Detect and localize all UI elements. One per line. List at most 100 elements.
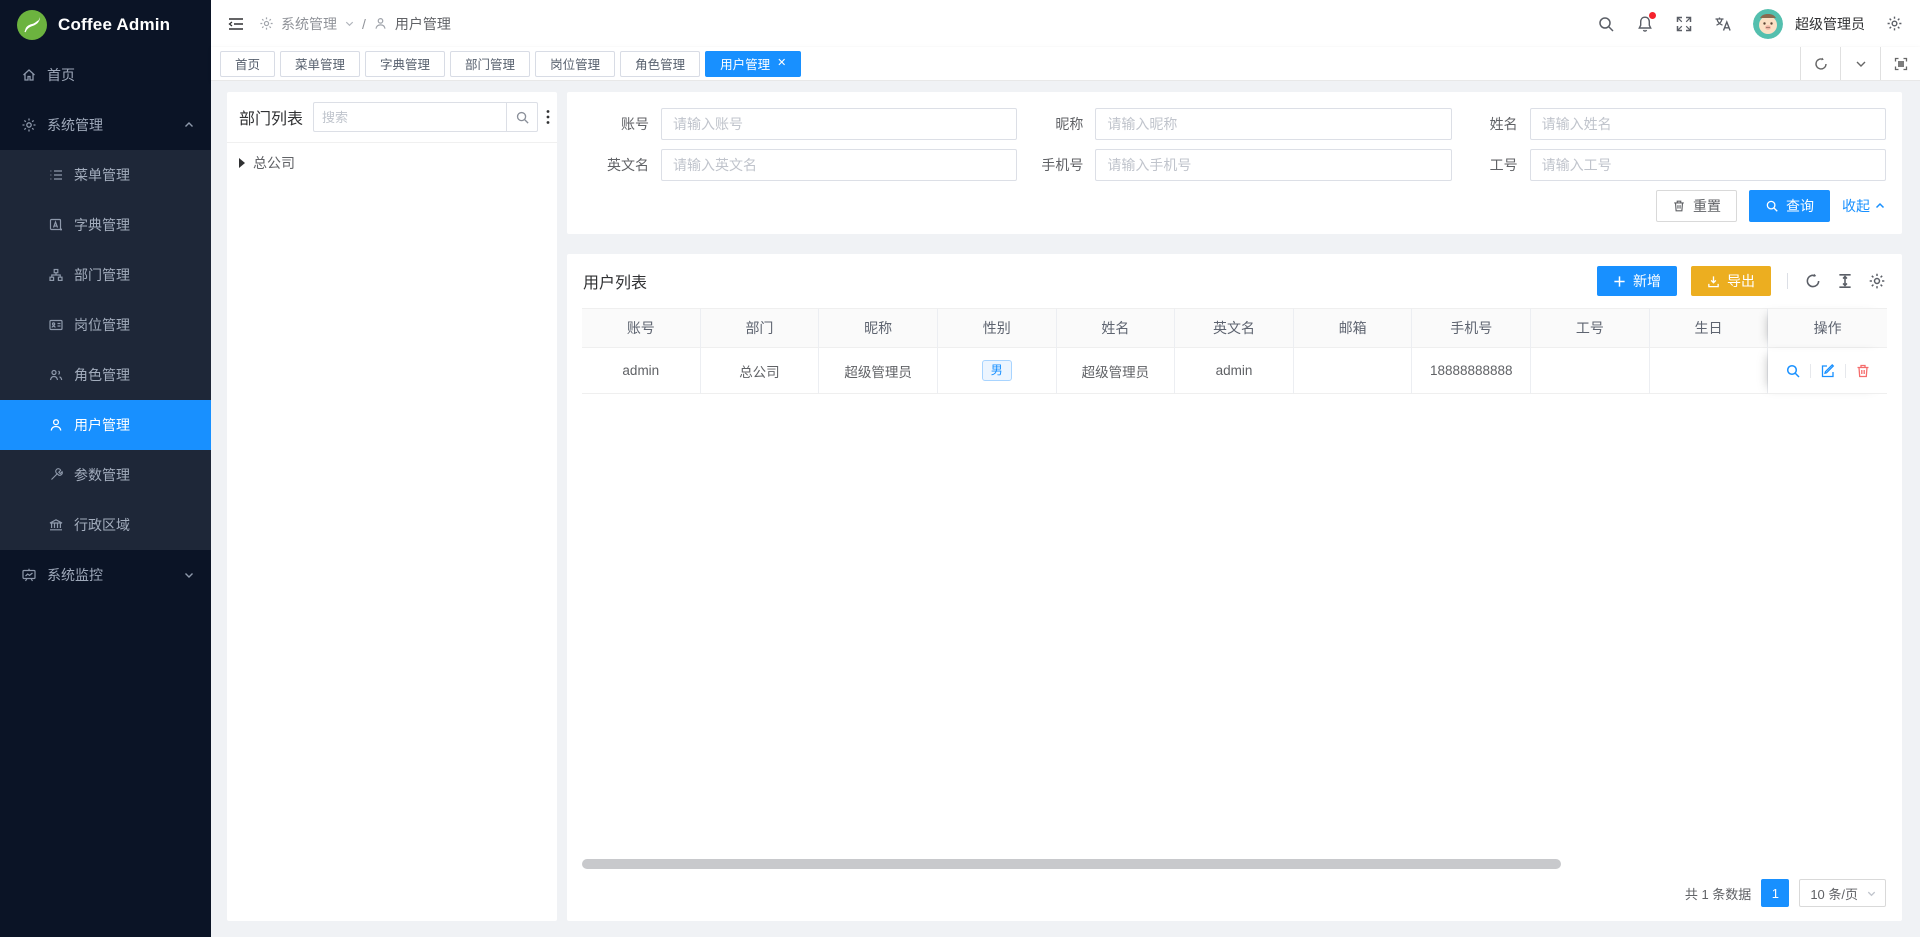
breadcrumb-separator: / <box>362 16 366 32</box>
search-icon <box>1765 199 1779 213</box>
monitor-chart-icon <box>21 567 37 583</box>
maximize-icon[interactable] <box>1880 47 1920 80</box>
action-divider <box>1810 364 1811 378</box>
caret-right-icon[interactable] <box>239 158 245 168</box>
tree-node-root[interactable]: 总公司 <box>239 153 545 173</box>
sidebar-item-post-management[interactable]: 岗位管理 <box>0 300 211 350</box>
sidebar-item-label: 首页 <box>47 65 75 85</box>
tab-dept-management[interactable]: 部门管理 <box>450 51 530 77</box>
cell-birthday <box>1650 348 1769 394</box>
add-button[interactable]: 新增 <box>1597 266 1677 296</box>
cell-job-no <box>1531 348 1650 394</box>
column-header-en-name: 英文名 <box>1175 308 1294 348</box>
fullscreen-icon[interactable] <box>1675 15 1693 33</box>
tab-role-management[interactable]: 角色管理 <box>620 51 700 77</box>
sidebar-item-home[interactable]: 首页 <box>0 50 211 100</box>
sidebar-item-admin-region[interactable]: 行政区域 <box>0 500 211 550</box>
notification-bell-icon[interactable] <box>1636 15 1654 33</box>
search-icon[interactable] <box>1597 15 1615 33</box>
filter-field-en-name: 英文名 <box>583 149 1017 181</box>
delete-trash-icon[interactable] <box>1855 363 1871 379</box>
filter-field-phone: 手机号 <box>1017 149 1451 181</box>
tab-close-icon[interactable]: ✕ <box>777 58 786 69</box>
tab-home[interactable]: 首页 <box>220 51 275 77</box>
column-header-nickname: 昵称 <box>819 308 938 348</box>
translate-icon[interactable] <box>1714 15 1732 33</box>
department-panel-header: 部门列表 <box>227 92 557 143</box>
row-height-icon[interactable] <box>1836 272 1854 290</box>
app-logo-row[interactable]: Coffee Admin <box>0 0 211 50</box>
edit-icon[interactable] <box>1820 363 1836 379</box>
scrollbar-thumb[interactable] <box>582 859 1561 869</box>
column-settings-gear-icon[interactable] <box>1868 272 1886 290</box>
gear-icon <box>21 117 37 133</box>
sidebar-item-label: 部门管理 <box>74 265 130 285</box>
page-button-1[interactable]: 1 <box>1761 879 1789 907</box>
tab-dict-management[interactable]: 字典管理 <box>365 51 445 77</box>
user-avatar[interactable] <box>1753 9 1783 39</box>
trash-icon <box>1672 199 1686 213</box>
chevron-down-icon[interactable] <box>1840 47 1880 80</box>
refresh-icon[interactable] <box>1804 272 1822 290</box>
action-divider <box>1845 364 1846 378</box>
sidebar-collapse-icon[interactable] <box>227 15 245 33</box>
department-search-input[interactable] <box>313 102 506 132</box>
user-name[interactable]: 超级管理员 <box>1795 14 1865 34</box>
filter-field-name: 姓名 <box>1452 108 1886 140</box>
refresh-icon[interactable] <box>1800 47 1840 80</box>
field-label: 姓名 <box>1452 114 1530 134</box>
org-chart-icon <box>48 267 64 283</box>
sidebar-item-role-management[interactable]: 角色管理 <box>0 350 211 400</box>
sidebar-item-label: 参数管理 <box>74 465 130 485</box>
field-label: 英文名 <box>583 155 661 175</box>
chevron-up-icon <box>183 119 195 131</box>
filter-field-job-no: 工号 <box>1452 149 1886 181</box>
tab-post-management[interactable]: 岗位管理 <box>535 51 615 77</box>
more-options-icon[interactable] <box>546 102 550 132</box>
account-input[interactable] <box>661 108 1017 140</box>
sidebar-item-system-monitor[interactable]: 系统监控 <box>0 550 211 600</box>
field-label: 账号 <box>583 114 661 134</box>
sidebar-item-param-management[interactable]: 参数管理 <box>0 450 211 500</box>
sidebar-item-system-management[interactable]: 系统管理 <box>0 100 211 150</box>
department-search <box>313 102 538 132</box>
table-empty-area <box>567 394 1902 859</box>
tab-menu-management[interactable]: 菜单管理 <box>280 51 360 77</box>
sidebar-item-dept-management[interactable]: 部门管理 <box>0 250 211 300</box>
sidebar-item-dict-management[interactable]: 字典管理 <box>0 200 211 250</box>
department-search-button[interactable] <box>506 102 538 132</box>
reset-button[interactable]: 重置 <box>1656 190 1737 222</box>
gender-tag: 男 <box>982 360 1012 382</box>
pagination: 共 1 条数据 1 10 条/页 <box>567 873 1902 921</box>
filter-row-1: 账号 昵称 姓名 <box>583 108 1886 140</box>
en-name-input[interactable] <box>661 149 1017 181</box>
tree-node-label: 总公司 <box>253 153 295 173</box>
department-panel-title: 部门列表 <box>239 105 303 129</box>
sidebar-item-menu-management[interactable]: 菜单管理 <box>0 150 211 200</box>
chevron-up-icon <box>1874 200 1886 212</box>
breadcrumb-group[interactable]: 系统管理 <box>281 14 337 34</box>
phone-input[interactable] <box>1095 149 1451 181</box>
query-button[interactable]: 查询 <box>1749 190 1830 222</box>
main-column: 系统管理 / 用户管理 超级管理员 首页 菜单管理 字典管理 <box>211 0 1920 937</box>
breadcrumb-current: 用户管理 <box>395 14 451 34</box>
column-header-actions: 操作 <box>1768 308 1887 348</box>
export-button[interactable]: 导出 <box>1691 266 1771 296</box>
view-search-icon[interactable] <box>1785 363 1801 379</box>
cell-phone: 18888888888 <box>1412 348 1531 394</box>
page-size-select[interactable]: 10 条/页 <box>1799 879 1886 907</box>
right-stack: 账号 昵称 姓名 英文名 <box>567 92 1902 921</box>
breadcrumb: 系统管理 / 用户管理 <box>259 14 451 34</box>
settings-gear-icon[interactable] <box>1886 15 1904 33</box>
users-icon <box>48 367 64 383</box>
filter-panel: 账号 昵称 姓名 英文名 <box>567 92 1902 234</box>
sidebar-item-user-management[interactable]: 用户管理 <box>0 400 211 450</box>
column-header-name: 姓名 <box>1057 308 1176 348</box>
tab-user-management[interactable]: 用户管理 ✕ <box>705 51 801 77</box>
job-no-input[interactable] <box>1530 149 1886 181</box>
nickname-input[interactable] <box>1095 108 1451 140</box>
collapse-toggle[interactable]: 收起 <box>1842 196 1886 216</box>
sidebar-item-label: 用户管理 <box>74 415 130 435</box>
name-input[interactable] <box>1530 108 1886 140</box>
tabs: 首页 菜单管理 字典管理 部门管理 岗位管理 角色管理 用户管理 ✕ <box>211 51 801 77</box>
